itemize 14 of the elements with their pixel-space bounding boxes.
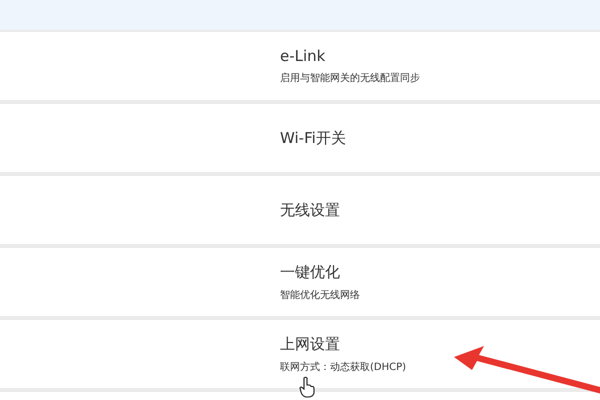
- settings-item[interactable]: Wi-Fi开关: [0, 104, 600, 172]
- item-description: 启用与智能网关的无线配置同步: [280, 72, 420, 85]
- item-description: 智能优化无线网络: [280, 288, 360, 302]
- item-title: 上网设置: [280, 334, 341, 354]
- settings-item[interactable]: 上网设置 联网方式：动态获取(DHCP): [0, 320, 600, 388]
- item-title: Wi-Fi开关: [280, 128, 346, 148]
- item-title: e-Link: [280, 47, 326, 65]
- item-title: 无线设置: [280, 200, 340, 220]
- settings-item[interactable]: 无线设置: [0, 176, 600, 244]
- item-title: 一键优化: [280, 262, 341, 282]
- settings-item[interactable]: 一键优化 智能优化无线网络: [0, 248, 600, 316]
- settings-item[interactable]: e-Link 启用与智能网关的无线配置同步: [0, 32, 600, 100]
- hand-cursor-icon: [299, 376, 315, 398]
- item-description: 联网方式：动态获取(DHCP): [280, 360, 406, 374]
